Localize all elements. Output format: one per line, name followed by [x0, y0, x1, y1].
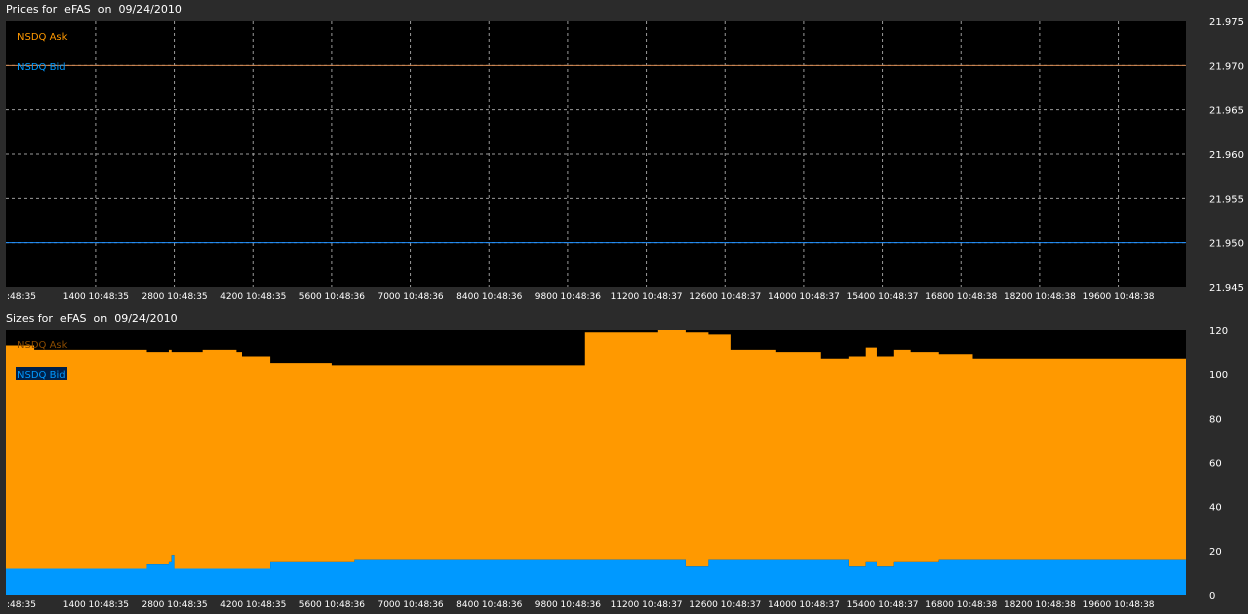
price-y-tick-label: 21.975 — [1209, 17, 1244, 28]
price-y-tick-label: 21.945 — [1209, 283, 1244, 294]
size-x-tick-label: 16800 10:48:38 — [925, 600, 997, 610]
size-x-tick-label: 8400 10:48:36 — [456, 600, 522, 610]
price-legend-ask: NSDQ Ask — [17, 32, 68, 43]
price-x-tick-label: 8400 10:48:36 — [456, 292, 522, 302]
price-x-tick-label: 15400 10:48:37 — [847, 292, 919, 302]
price-legend-bid: NSDQ Bid — [17, 62, 66, 73]
size-x-tick-label: 14000 10:48:37 — [768, 600, 840, 610]
price-x-tick-label: 5600 10:48:36 — [299, 292, 365, 302]
size-x-tick-label: :48:35 — [7, 600, 36, 610]
sizes-area-series — [6, 330, 1186, 595]
size-x-tick-label: 5600 10:48:36 — [299, 600, 365, 610]
size-x-tick-label: 7000 10:48:36 — [377, 600, 443, 610]
price-x-tick-label: 4200 10:48:35 — [220, 292, 286, 302]
size-x-tick-label: 1400 10:48:35 — [63, 600, 129, 610]
price-y-tick-label: 21.960 — [1209, 150, 1244, 161]
size-x-tick-label: 19600 10:48:38 — [1083, 600, 1155, 610]
price-x-tick-label: 11200 10:48:37 — [611, 292, 683, 302]
size-y-tick-label: 120 — [1209, 326, 1228, 337]
size-x-tick-label: 18200 10:48:38 — [1004, 600, 1076, 610]
size-y-tick-label: 100 — [1209, 370, 1228, 381]
price-y-tick-label: 21.955 — [1209, 194, 1244, 205]
price-x-tick-label: 9800 10:48:36 — [535, 292, 601, 302]
size-x-tick-label: 2800 10:48:35 — [141, 600, 207, 610]
size-legend-ask: NSDQ Ask — [17, 340, 68, 351]
price-x-tick-label: 7000 10:48:36 — [377, 292, 443, 302]
size-x-tick-label: 11200 10:48:37 — [611, 600, 683, 610]
size-x-tick-label: 12600 10:48:37 — [689, 600, 761, 610]
price-x-tick-label: 12600 10:48:37 — [689, 292, 761, 302]
price-x-tick-label: 16800 10:48:38 — [925, 292, 997, 302]
size-x-tick-label: 4200 10:48:35 — [220, 600, 286, 610]
price-y-tick-label: 21.965 — [1209, 106, 1244, 117]
size-y-tick-label: 80 — [1209, 414, 1222, 425]
size-y-tick-label: 60 — [1209, 459, 1222, 470]
price-x-tick-label: 1400 10:48:35 — [63, 292, 129, 302]
price-x-tick-label: :48:35 — [7, 292, 36, 302]
price-x-tick-label: 18200 10:48:38 — [1004, 292, 1076, 302]
price-y-tick-label: 21.970 — [1209, 61, 1244, 72]
size-y-tick-label: 20 — [1209, 547, 1222, 558]
ask-size-area — [6, 330, 1186, 569]
size-y-tick-label: 0 — [1209, 591, 1215, 602]
size-y-tick-label: 40 — [1209, 503, 1222, 514]
size-legend-bid: NSDQ Bid — [17, 370, 66, 381]
size-x-tick-label: 9800 10:48:36 — [535, 600, 601, 610]
size-x-tick-label: 15400 10:48:37 — [847, 600, 919, 610]
price-y-tick-label: 21.950 — [1209, 239, 1244, 250]
price-x-tick-label: 2800 10:48:35 — [141, 292, 207, 302]
price-x-tick-label: 19600 10:48:38 — [1083, 292, 1155, 302]
price-x-tick-label: 14000 10:48:37 — [768, 292, 840, 302]
chart-canvas: 21.975 21.970 21.965 21.960 21.955 21.950 21.9… — [6, 17, 1244, 610]
